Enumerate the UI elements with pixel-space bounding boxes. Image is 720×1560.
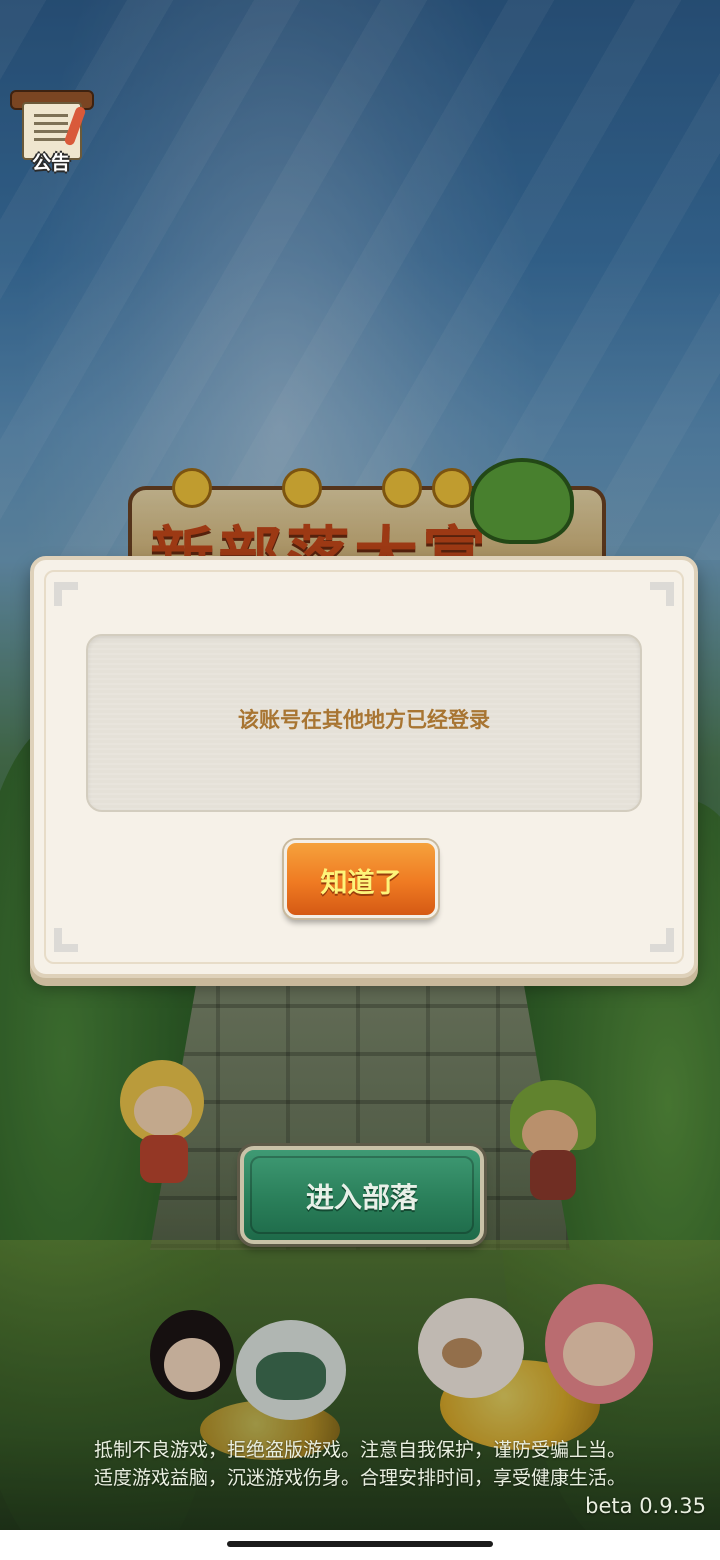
corner-ornament-icon (54, 916, 94, 952)
confirm-button[interactable]: 知道了 (284, 840, 438, 918)
home-indicator[interactable] (227, 1541, 493, 1547)
confirm-button-label: 知道了 (320, 868, 402, 899)
game-login-screen: 新部落大富 公告 该账号在其他地方已经登录 知道了 进入部落 抵制不良游戏，拒绝… (0, 0, 720, 1560)
dialog-message: 该账号在其他地方已经登录 (238, 708, 490, 732)
notice-button[interactable]: 公告 (8, 86, 94, 176)
health-notice-line-1: 抵制不良游戏，拒绝盗版游戏。注意自我保护，谨防受骗上当。 (93, 1439, 626, 1461)
alert-dialog: 该账号在其他地方已经登录 知道了 (30, 556, 698, 978)
health-gaming-notice: 抵制不良游戏，拒绝盗版游戏。注意自我保护，谨防受骗上当。 适度游戏益脑，沉迷游戏… (0, 1436, 720, 1492)
corner-ornament-icon (634, 582, 674, 618)
message-box: 该账号在其他地方已经登录 (86, 634, 642, 812)
corner-ornament-icon (54, 582, 94, 618)
enter-tribe-label: 进入部落 (305, 1181, 418, 1214)
enter-tribe-button[interactable]: 进入部落 (240, 1146, 484, 1244)
notice-label: 公告 (31, 152, 70, 174)
corner-ornament-icon (634, 916, 674, 952)
version-label: beta 0.9.35 (585, 1494, 706, 1518)
health-notice-line-2: 适度游戏益脑，沉迷游戏伤身。合理安排时间，享受健康生活。 (93, 1467, 626, 1489)
